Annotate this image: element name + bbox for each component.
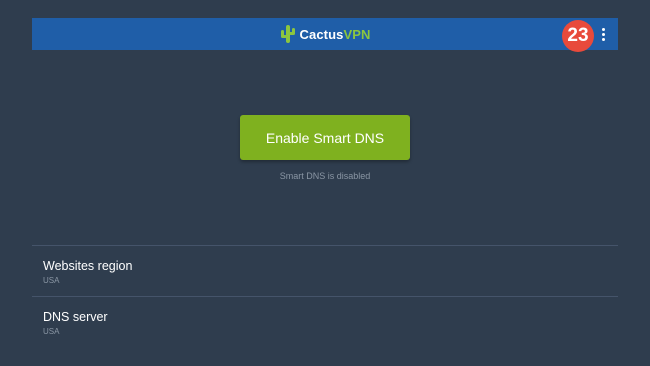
- setting-title: Websites region: [43, 259, 133, 273]
- app-logo: CactusVPN: [280, 23, 371, 45]
- settings-item-dns-server[interactable]: DNS server USA: [32, 297, 618, 347]
- settings-item-websites-region[interactable]: Websites region USA: [32, 246, 618, 296]
- setting-value: USA: [43, 327, 60, 336]
- app-name-cactus: Cactus: [299, 26, 344, 42]
- smart-dns-status: Smart DNS is disabled: [279, 171, 371, 181]
- app-name-vpn: VPN: [343, 26, 371, 42]
- setting-value: USA: [43, 276, 60, 285]
- app-name: CactusVPN: [300, 27, 371, 42]
- more-vert-icon-dot: [601, 32, 605, 36]
- more-vert-icon-dot: [601, 37, 605, 41]
- cactus-icon: [280, 23, 296, 45]
- step-number-badge: 23: [562, 20, 594, 52]
- app-header: CactusVPN 23: [32, 18, 618, 52]
- more-vert-icon: [601, 27, 605, 31]
- enable-smart-dns-button[interactable]: Enable Smart DNS: [240, 115, 410, 160]
- setting-title: DNS server: [43, 310, 108, 324]
- tv-app-screen: CactusVPN 23 Enable Smart DNS Smart DNS …: [0, 0, 650, 366]
- more-options-button[interactable]: [592, 22, 614, 46]
